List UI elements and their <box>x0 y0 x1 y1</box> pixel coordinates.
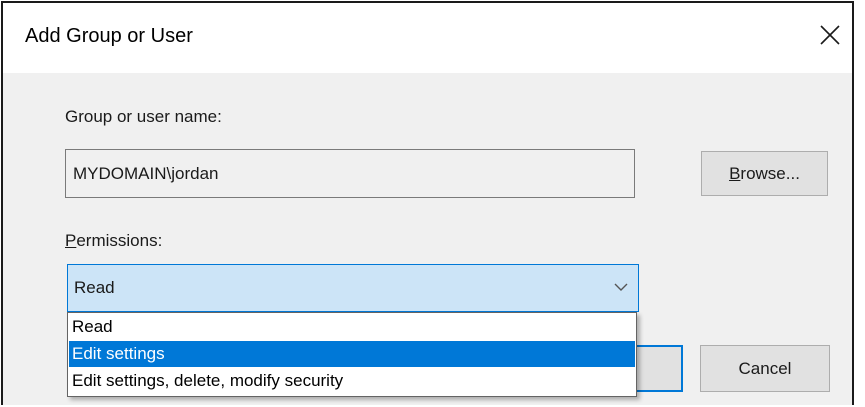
close-button[interactable] <box>806 13 852 57</box>
browse-button[interactable]: Browse... <box>701 151 828 196</box>
cancel-button[interactable]: Cancel <box>700 345 830 392</box>
close-icon <box>820 25 840 45</box>
permissions-selected-value: Read <box>74 278 115 297</box>
permission-option-edit-settings[interactable]: Edit settings <box>69 341 635 367</box>
browse-label: rowse... <box>740 164 800 183</box>
permissions-label-text: ermissions: <box>76 231 163 250</box>
title-bar: Add Group or User <box>3 3 852 73</box>
permissions-access-key: P <box>65 231 77 250</box>
dialog-title: Add Group or User <box>25 25 193 47</box>
group-or-user-name-field[interactable]: MYDOMAIN\jordan <box>65 149 635 198</box>
browse-access-key: B <box>729 164 741 183</box>
ok-button[interactable] <box>630 345 683 392</box>
permissions-dropdown-list: Read Edit settings Edit settings, delete… <box>67 312 637 397</box>
permission-option-edit-delete-modify-security[interactable]: Edit settings, delete, modify security <box>69 368 635 394</box>
add-group-or-user-dialog: Add Group or User Group or user name: MY… <box>1 1 854 405</box>
group-or-user-name-value: MYDOMAIN\jordan <box>73 164 219 183</box>
group-or-user-name-label: Group or user name: <box>65 107 222 126</box>
permissions-select[interactable]: Read <box>67 264 639 312</box>
permission-option-read[interactable]: Read <box>69 314 635 340</box>
chevron-down-icon <box>614 283 628 291</box>
permissions-label: Permissions: <box>65 231 162 251</box>
